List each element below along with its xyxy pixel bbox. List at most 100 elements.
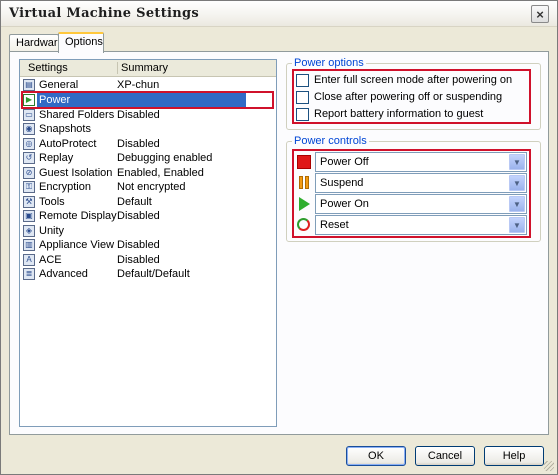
checkbox-box[interactable] (296, 74, 309, 87)
pause-icon (297, 176, 311, 190)
list-item-remote-display[interactable]: ▣ Remote Display Disabled (20, 209, 276, 223)
select-value: Suspend (320, 177, 364, 189)
list-item-label: Appliance View (39, 239, 115, 251)
list-item-summary: Not encrypted (117, 181, 186, 193)
checkbox-label[interactable]: Report battery information to guest (314, 108, 483, 120)
list-item-label: Tools (39, 196, 65, 208)
list-item-label: ACE (39, 254, 62, 266)
list-item-encryption[interactable]: ⚿ Encryption Not encrypted (20, 180, 276, 194)
chevron-down-icon[interactable]: ▼ (509, 217, 525, 233)
reset-select[interactable]: Reset ▼ (315, 215, 527, 235)
power-controls-title: Power controls (292, 135, 369, 147)
list-item-label: Remote Display (39, 210, 117, 222)
encryption-icon: ⚿ (23, 181, 35, 193)
power-options-title: Power options (292, 57, 366, 69)
ace-icon: A (23, 254, 35, 266)
list-item-ace[interactable]: A ACE Disabled (20, 253, 276, 267)
list-item-power[interactable]: ▶ Power (20, 93, 276, 107)
close-button[interactable]: × (531, 5, 549, 23)
appliance-icon: ▥ (23, 239, 35, 251)
list-item-label: Replay (39, 152, 74, 164)
tab-options[interactable]: Options (58, 32, 104, 53)
power-off-select[interactable]: Power Off ▼ (315, 152, 527, 172)
reset-icon (297, 218, 310, 231)
list-item-replay[interactable]: ↺ Replay Debugging enabled (20, 151, 276, 165)
tools-icon: ⚒ (23, 196, 35, 208)
chevron-down-icon[interactable]: ▼ (509, 175, 525, 191)
help-button[interactable]: Help (484, 446, 544, 466)
power-controls-group: Power controls Power Off ▼ Suspend ▼ Pow… (286, 135, 541, 242)
stop-icon (297, 155, 311, 169)
list-item-summary: Enabled, Enabled (117, 167, 204, 179)
options-panel: Settings Summary ▤ General XP-chun ▶ Pow… (9, 51, 549, 435)
list-item-summary: Debugging enabled (117, 152, 213, 164)
play-icon (299, 197, 310, 211)
resize-grip[interactable] (544, 461, 554, 471)
list-item-advanced[interactable]: ≣ Advanced Default/Default (20, 267, 276, 281)
list-item-guest-isolation[interactable]: ⊘ Guest Isolation Enabled, Enabled (20, 166, 276, 180)
list-item-label: Advanced (39, 268, 88, 280)
settings-list: Settings Summary ▤ General XP-chun ▶ Pow… (19, 59, 277, 427)
column-header-summary[interactable]: Summary (117, 62, 168, 74)
window-title: Virtual Machine Settings (9, 6, 200, 21)
power-on-control: Power On ▼ (295, 194, 527, 214)
list-item-summary: XP-chun (117, 79, 160, 91)
list-item-label: Unity (39, 225, 65, 237)
power-icon: ▶ (23, 94, 35, 106)
unity-icon: ◈ (23, 225, 35, 237)
list-item-label: Snapshots (39, 123, 91, 135)
list-item-shared-folders[interactable]: ▭ Shared Folders Disabled (20, 108, 276, 122)
list-item-label: Encryption (39, 181, 91, 193)
list-item-summary: Disabled (117, 138, 160, 150)
list-item-tools[interactable]: ⚒ Tools Default (20, 195, 276, 209)
display-icon: ▣ (23, 210, 35, 222)
snapshot-icon: ◉ (23, 123, 35, 135)
general-icon: ▤ (23, 79, 35, 91)
advanced-icon: ≣ (23, 268, 35, 280)
replay-icon: ↺ (23, 152, 35, 164)
list-item-summary: Disabled (117, 254, 160, 266)
isolation-icon: ⊘ (23, 167, 35, 179)
select-value: Reset (320, 219, 349, 231)
cancel-button[interactable]: Cancel (415, 446, 475, 466)
list-item-label: AutoProtect (39, 138, 97, 150)
folder-icon: ▭ (23, 109, 35, 121)
ok-button[interactable]: OK (346, 446, 406, 466)
checkbox-box[interactable] (296, 91, 309, 104)
list-item-summary: Disabled (117, 210, 160, 222)
select-value: Power On (320, 198, 369, 210)
list-item-summary: Default/Default (117, 268, 190, 280)
list-item-summary: Disabled (117, 109, 160, 121)
checkbox-label[interactable]: Enter full screen mode after powering on (314, 74, 512, 86)
list-item-label: General (39, 79, 79, 91)
suspend-control: Suspend ▼ (295, 173, 527, 193)
autoprotect-icon: ◎ (23, 138, 35, 150)
list-item-label: Guest Isolation (39, 167, 113, 179)
checkbox-box[interactable] (296, 108, 309, 121)
dialog-window: Virtual Machine Settings × Hardware Opti… (0, 0, 558, 475)
list-item-general[interactable]: ▤ General XP-chun (20, 78, 276, 92)
list-item-snapshots[interactable]: ◉ Snapshots (20, 122, 276, 136)
list-item-summary: Disabled (117, 239, 160, 251)
report-battery-checkbox[interactable]: Report battery information to guest (296, 108, 526, 122)
fullscreen-checkbox[interactable]: Enter full screen mode after powering on (296, 74, 526, 88)
select-value: Power Off (320, 156, 369, 168)
list-header: Settings Summary (20, 60, 276, 77)
tab-hardware[interactable]: Hardware (9, 34, 64, 52)
chevron-down-icon[interactable]: ▼ (509, 196, 525, 212)
checkbox-label[interactable]: Close after powering off or suspending (314, 91, 502, 103)
column-header-settings[interactable]: Settings (28, 62, 68, 74)
chevron-down-icon[interactable]: ▼ (509, 154, 525, 170)
power-on-select[interactable]: Power On ▼ (315, 194, 527, 214)
list-item-summary: Default (117, 196, 152, 208)
power-options-group: Power options Enter full screen mode aft… (286, 57, 541, 130)
list-item-appliance-view[interactable]: ▥ Appliance View Disabled (20, 238, 276, 252)
list-item-label: Shared Folders (39, 109, 115, 121)
reset-control: Reset ▼ (295, 215, 527, 235)
title-bar: Virtual Machine Settings × (1, 1, 557, 27)
list-item-unity[interactable]: ◈ Unity (20, 224, 276, 238)
close-after-poweroff-checkbox[interactable]: Close after powering off or suspending (296, 91, 526, 105)
list-item-autoprotect[interactable]: ◎ AutoProtect Disabled (20, 137, 276, 151)
suspend-select[interactable]: Suspend ▼ (315, 173, 527, 193)
list-item-label: Power (37, 94, 73, 106)
